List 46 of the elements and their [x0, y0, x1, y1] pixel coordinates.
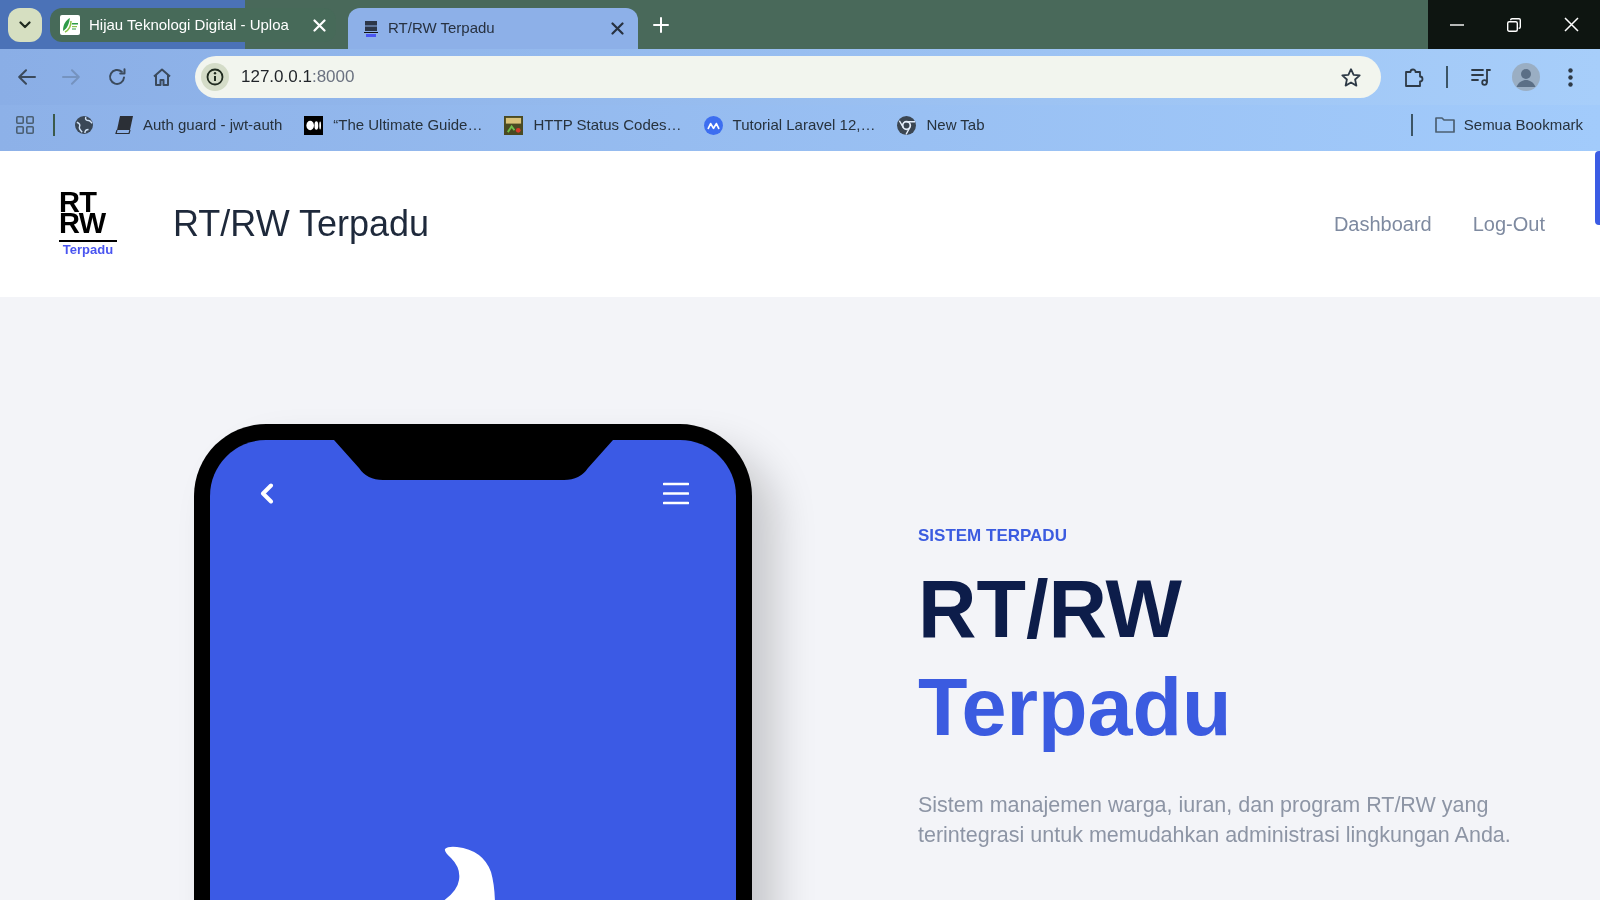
info-icon[interactable]: [201, 63, 229, 91]
new-tab-icon[interactable]: [653, 16, 669, 33]
ring-icon: [897, 115, 917, 135]
logo-letters: RT: [59, 191, 97, 213]
globe-icon[interactable]: [75, 116, 93, 134]
avatar-icon[interactable]: [1512, 63, 1540, 91]
media-icon[interactable]: [1471, 68, 1491, 86]
bookmark-item[interactable]: Tutorial Laravel 12,…: [703, 113, 876, 137]
menu-icon[interactable]: [663, 482, 689, 505]
all-bookmarks-button[interactable]: Semua Bookmark: [1434, 113, 1583, 137]
eyebrow-text: SISTEM TERPADU: [918, 525, 1067, 547]
logo-tagline: Terpadu: [62, 242, 114, 257]
nav-link[interactable]: Log-Out: [1472, 210, 1545, 238]
tab-search-button[interactable]: [8, 7, 42, 42]
close-icon[interactable]: [611, 22, 624, 35]
address-field[interactable]: 127.0.0.1:8000: [195, 56, 1381, 98]
bookmark-item[interactable]: HTTP Status Codes…: [504, 113, 682, 137]
leaf-favicon-icon: [60, 15, 80, 35]
scrollbar-thumb[interactable]: [1595, 151, 1600, 225]
url-text: 127.0.0.1:8000: [241, 66, 355, 89]
logo-letters: RW: [59, 212, 106, 234]
back-chevron-icon[interactable]: [260, 483, 274, 504]
menu-dots-icon[interactable]: [1568, 67, 1573, 87]
ellipses-tile-icon: [304, 115, 324, 135]
bookmark-item[interactable]: New Tab: [897, 113, 985, 137]
site-title: RT/RW Terpadu: [173, 204, 430, 244]
back-icon[interactable]: [18, 69, 36, 85]
bookmark-item[interactable]: Auth guard - jwt-auth: [115, 113, 283, 137]
bars-favicon-icon: [364, 20, 378, 37]
apps-grid-icon[interactable]: [16, 116, 34, 134]
nav-link[interactable]: Dashboard: [1333, 210, 1432, 238]
hero-description: Sistem manajemen warga, iuran, dan program RT/RW yang terintegrasi untuk memudahkan administrasi lingkungan Anda.: [918, 792, 1512, 849]
wave-circle-icon: [703, 115, 723, 135]
chevron-down-icon: [19, 20, 31, 29]
minimize-icon[interactable]: [1449, 23, 1464, 26]
extension-icon[interactable]: [1405, 67, 1425, 87]
home-icon[interactable]: [153, 68, 171, 86]
star-icon[interactable]: [1341, 67, 1361, 87]
restore-icon[interactable]: [1506, 17, 1521, 32]
reload-icon[interactable]: [108, 68, 126, 86]
book-icon: [115, 116, 133, 134]
hero-heading: RT/RW Terpadu: [918, 563, 1232, 754]
square-tile-icon: [504, 115, 524, 135]
browser-tab[interactable]: RT/RW Terpadu: [348, 8, 638, 49]
folder-icon: [1434, 117, 1455, 133]
bookmark-item[interactable]: “The Ultimate Guide…: [304, 113, 483, 137]
